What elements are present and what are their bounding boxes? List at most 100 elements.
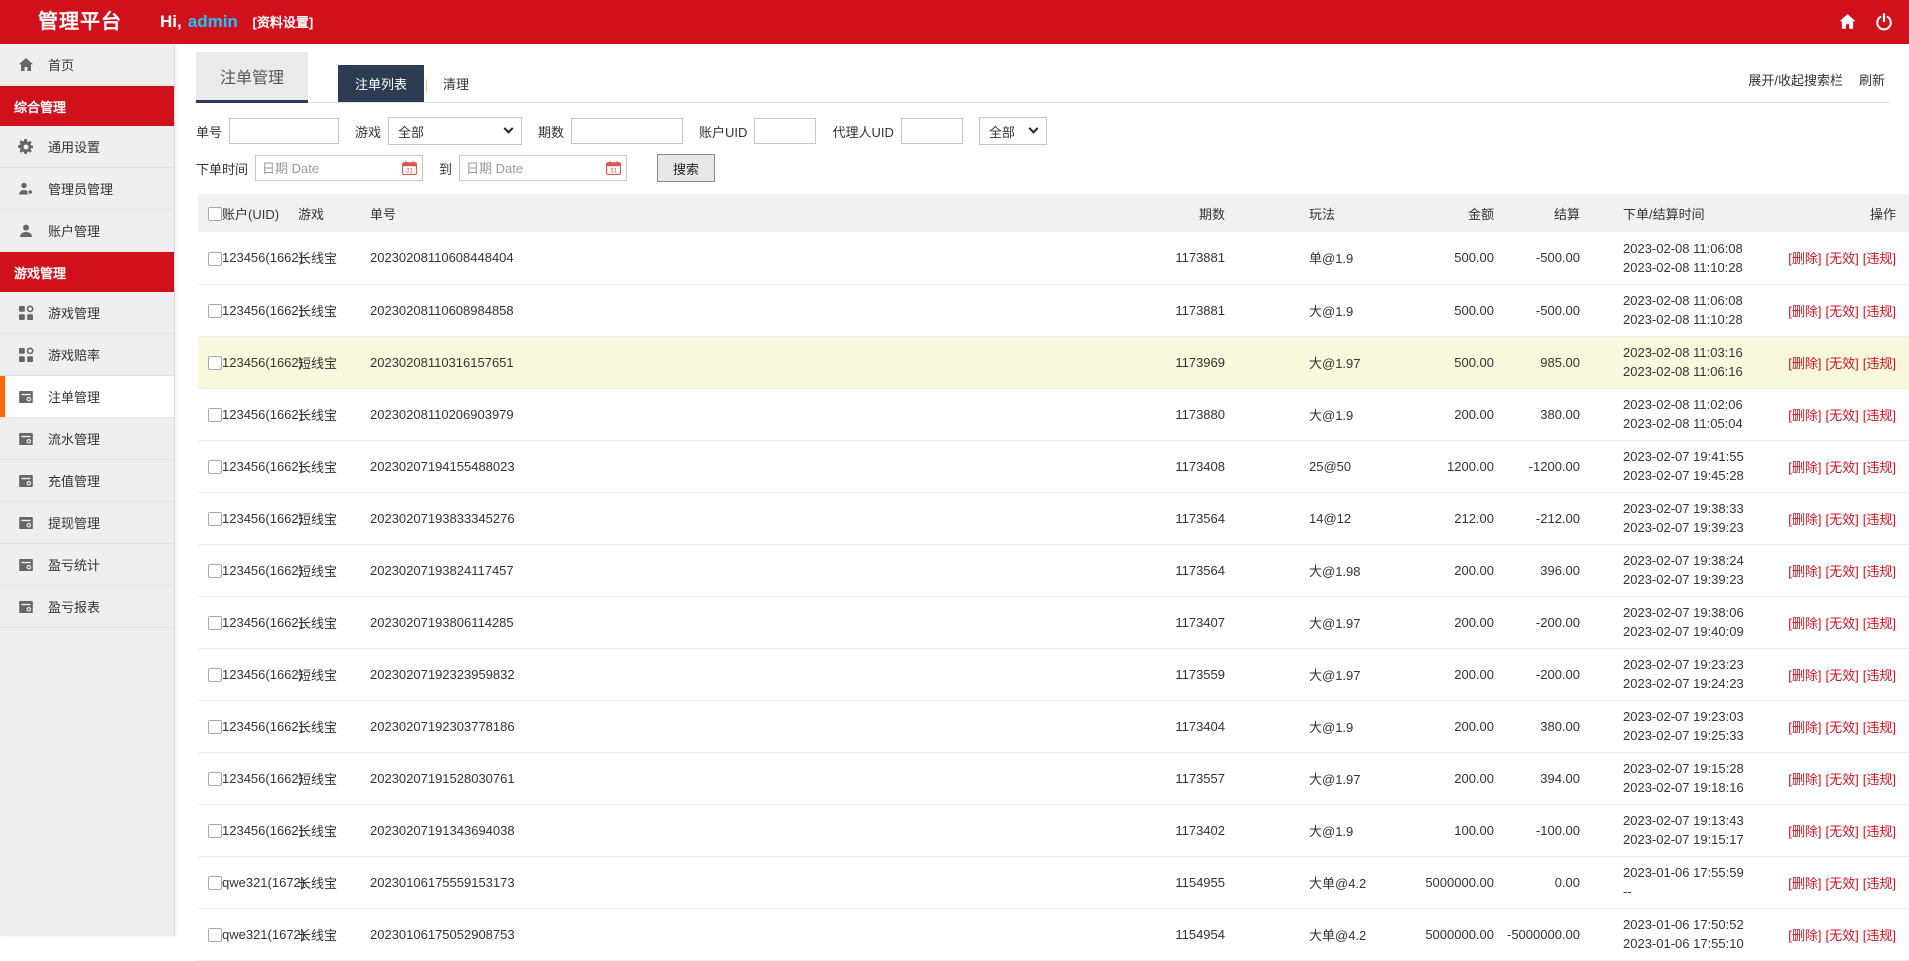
row-checkbox[interactable] xyxy=(208,667,222,682)
invalid-action-link[interactable]: [无效] xyxy=(1826,668,1859,683)
row-checkbox[interactable] xyxy=(208,771,222,786)
row-checkbox[interactable] xyxy=(208,511,222,526)
period-input[interactable] xyxy=(571,118,684,144)
account-uid-input[interactable] xyxy=(754,118,817,144)
invalid-action-link[interactable]: [无效] xyxy=(1826,616,1859,631)
delete-action-link[interactable]: [删除] xyxy=(1788,251,1821,266)
delete-action-link[interactable]: [删除] xyxy=(1788,460,1821,475)
sidebar-item[interactable]: 流水管理 xyxy=(0,418,174,460)
delete-action-link[interactable]: [删除] xyxy=(1788,928,1821,943)
violation-action-link[interactable]: [违规] xyxy=(1863,824,1896,839)
delete-action-link[interactable]: [删除] xyxy=(1788,720,1821,735)
cell-order-no: 20230207193824117457 xyxy=(370,562,514,578)
violation-action-link[interactable]: [违规] xyxy=(1863,512,1896,527)
gear-icon xyxy=(18,138,34,155)
col-period: 期数 xyxy=(1198,206,1225,222)
order-time: 2023-02-07 19:23:03 xyxy=(1623,709,1744,724)
row-checkbox[interactable] xyxy=(208,927,222,942)
delete-action-link[interactable]: [删除] xyxy=(1788,512,1821,527)
row-checkbox[interactable] xyxy=(208,823,222,838)
sidebar-item[interactable]: 注单管理 xyxy=(0,376,174,418)
home-icon[interactable] xyxy=(1838,13,1857,31)
invalid-action-link[interactable]: [无效] xyxy=(1826,876,1859,891)
sidebar-item[interactable]: 提现管理 xyxy=(0,502,174,544)
violation-action-link[interactable]: [违规] xyxy=(1863,251,1896,266)
toggle-search-link[interactable]: 展开/收起搜索栏 xyxy=(1748,70,1843,89)
order-time: 2023-02-07 19:23:23 xyxy=(1623,657,1744,672)
delete-action-link[interactable]: [删除] xyxy=(1788,876,1821,891)
refresh-link[interactable]: 刷新 xyxy=(1859,70,1885,89)
search-button[interactable]: 搜索 xyxy=(657,154,716,182)
violation-action-link[interactable]: [违规] xyxy=(1863,928,1896,943)
invalid-action-link[interactable]: [无效] xyxy=(1826,720,1859,735)
invalid-action-link[interactable]: [无效] xyxy=(1826,460,1859,475)
violation-action-link[interactable]: [违规] xyxy=(1863,356,1896,371)
violation-action-link[interactable]: [违规] xyxy=(1863,460,1896,475)
table-row: 123456(1662) 长线宝 20230207191343694038 11734… xyxy=(198,804,1909,856)
invalid-action-link[interactable]: [无效] xyxy=(1826,408,1859,423)
order-no-input[interactable] xyxy=(229,118,340,144)
delete-action-link[interactable]: [删除] xyxy=(1788,824,1821,839)
order-time-from-input[interactable] xyxy=(255,155,424,181)
tab-cleanup[interactable]: 清理 xyxy=(429,65,483,102)
sidebar-item[interactable]: 盈亏统计 xyxy=(0,544,174,586)
invalid-action-link[interactable]: [无效] xyxy=(1826,251,1859,266)
invalid-action-link[interactable]: [无效] xyxy=(1826,512,1859,527)
row-checkbox[interactable] xyxy=(208,407,222,422)
profile-settings-link[interactable]: [资料设置] xyxy=(253,15,314,30)
sidebar-item[interactable]: 游戏管理 xyxy=(0,292,174,334)
row-checkbox[interactable] xyxy=(208,251,222,266)
sidebar-item[interactable]: 充值管理 xyxy=(0,460,174,502)
power-icon[interactable] xyxy=(1875,13,1893,31)
sidebar-item[interactable]: 游戏赔率 xyxy=(0,334,174,376)
row-checkbox[interactable] xyxy=(208,459,222,474)
delete-action-link[interactable]: [删除] xyxy=(1788,772,1821,787)
row-checkbox[interactable] xyxy=(208,303,222,318)
cell-play: 14@12 xyxy=(1309,510,1352,526)
violation-action-link[interactable]: [违规] xyxy=(1863,772,1896,787)
row-checkbox[interactable] xyxy=(208,355,222,370)
agent-uid-input[interactable] xyxy=(900,118,963,144)
delete-action-link[interactable]: [删除] xyxy=(1788,668,1821,683)
violation-action-link[interactable]: [违规] xyxy=(1863,564,1896,579)
delete-action-link[interactable]: [删除] xyxy=(1788,564,1821,579)
violation-action-link[interactable]: [违规] xyxy=(1863,408,1896,423)
violation-action-link[interactable]: [违规] xyxy=(1863,720,1896,735)
status-select[interactable]: 全部 xyxy=(978,117,1047,145)
select-all-checkbox[interactable] xyxy=(208,206,222,221)
delete-action-link[interactable]: [删除] xyxy=(1788,356,1821,371)
delete-action-link[interactable]: [删除] xyxy=(1788,616,1821,631)
calendar-icon[interactable]: 31 xyxy=(402,161,417,175)
violation-action-link[interactable]: [违规] xyxy=(1863,668,1896,683)
cell-order-no: 20230208110316157651 xyxy=(370,354,514,370)
cell-account: 123456(1662) xyxy=(222,302,303,318)
order-time-to-input[interactable] xyxy=(459,155,628,181)
form-icon xyxy=(18,557,34,573)
cell-settle: 985.00 xyxy=(1540,354,1580,370)
delete-action-link[interactable]: [删除] xyxy=(1788,304,1821,319)
violation-action-link[interactable]: [违规] xyxy=(1863,304,1896,319)
sidebar-item[interactable]: 盈亏报表 xyxy=(0,586,174,628)
violation-action-link[interactable]: [违规] xyxy=(1863,616,1896,631)
delete-action-link[interactable]: [删除] xyxy=(1788,408,1821,423)
invalid-action-link[interactable]: [无效] xyxy=(1826,564,1859,579)
tab-order-list[interactable]: 注单列表 xyxy=(338,65,425,102)
invalid-action-link[interactable]: [无效] xyxy=(1826,304,1859,319)
row-checkbox[interactable] xyxy=(208,719,222,734)
calendar-icon[interactable]: 31 xyxy=(606,161,621,175)
game-select[interactable]: 全部 xyxy=(388,117,523,145)
invalid-action-link[interactable]: [无效] xyxy=(1826,356,1859,371)
sidebar-item[interactable]: 账户管理 xyxy=(0,210,174,252)
sidebar-item[interactable]: 通用设置 xyxy=(0,126,174,168)
row-checkbox[interactable] xyxy=(208,615,222,630)
row-checkbox[interactable] xyxy=(208,563,222,578)
sidebar-section: 综合管理 xyxy=(0,86,174,126)
invalid-action-link[interactable]: [无效] xyxy=(1826,928,1859,943)
sidebar-item[interactable]: 首页 xyxy=(0,44,174,86)
invalid-action-link[interactable]: [无效] xyxy=(1826,772,1859,787)
violation-action-link[interactable]: [违规] xyxy=(1863,876,1896,891)
cell-time: 2023-02-07 19:23:23 2023-02-07 19:24:23 xyxy=(1592,648,1767,700)
sidebar-item[interactable]: 管理员管理 xyxy=(0,168,174,210)
row-checkbox[interactable] xyxy=(208,875,222,890)
invalid-action-link[interactable]: [无效] xyxy=(1826,824,1859,839)
